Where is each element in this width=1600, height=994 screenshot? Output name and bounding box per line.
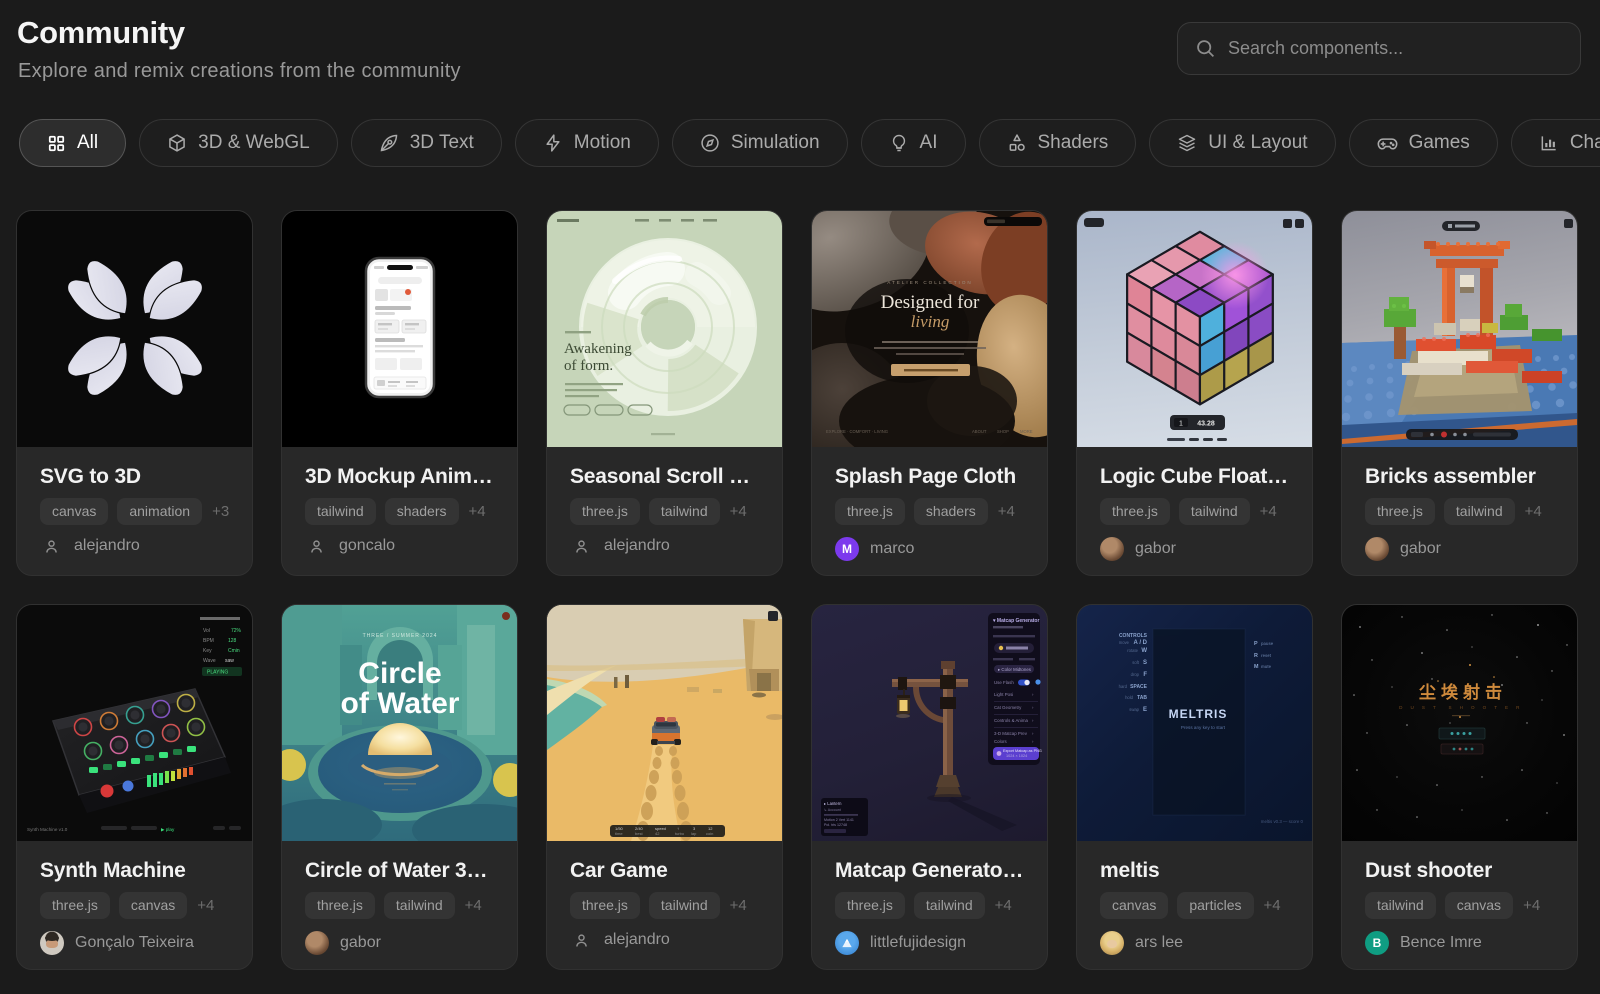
svg-text:3-D Matcap Prev: 3-D Matcap Prev (994, 731, 1028, 736)
svg-text:E: E (1143, 707, 1147, 713)
svg-text:move: move (1119, 640, 1130, 645)
svg-text:尘埃射击: 尘埃射击 (1419, 682, 1507, 702)
svg-text:Awakening: Awakening (564, 341, 632, 357)
svg-text:Controls & Anima: Controls & Anima (994, 718, 1028, 723)
svg-text:SPACE: SPACE (1130, 684, 1148, 690)
svg-text:Colors: Colors (994, 739, 1007, 744)
svg-text:1024 × 1024: 1024 × 1024 (1006, 754, 1027, 758)
svg-text:turbo: turbo (675, 831, 685, 836)
svg-text:S: S (1143, 660, 1147, 666)
svg-text:Vol: Vol (203, 628, 210, 634)
svg-text:THREE / SUMMER 2024: THREE / SUMMER 2024 (363, 633, 438, 639)
svg-text:reset: reset (1261, 653, 1272, 658)
svg-text:lap: lap (691, 831, 697, 836)
svg-text:soft: soft (1132, 660, 1140, 665)
svg-text:of form.: of form. (564, 358, 613, 374)
svg-text:swap: swap (1129, 707, 1139, 712)
svg-text:Light Posi: Light Posi (994, 692, 1013, 697)
svg-text:Pol. tris 12748: Pol. tris 12748 (824, 823, 847, 827)
svg-text:ABOUT: ABOUT (972, 429, 987, 434)
svg-text:coin: coin (706, 831, 713, 836)
svg-text:living: living (911, 312, 950, 331)
svg-text:Wave: Wave (203, 658, 216, 664)
svg-text:of Water: of Water (341, 687, 460, 720)
svg-text:MORE: MORE (1020, 429, 1033, 434)
svg-text:D U S T S H O O T E R: D U S T S H O O T E R (1399, 705, 1523, 710)
svg-text:hold: hold (1125, 695, 1134, 700)
svg-text:Export Matcap as PNG: Export Matcap as PNG (1003, 749, 1042, 753)
svg-text:Key: Key (203, 648, 212, 654)
svg-text:72%: 72% (231, 628, 242, 634)
svg-text:43.28: 43.28 (1197, 421, 1215, 428)
svg-text:128: 128 (228, 638, 237, 644)
svg-text:drop: drop (1131, 672, 1140, 677)
svg-text:TAB: TAB (1137, 695, 1147, 701)
svg-text:W: W (1141, 648, 1147, 654)
svg-text:PLAYING: PLAYING (207, 670, 228, 676)
svg-text:Cmin: Cmin (228, 648, 240, 654)
svg-text:pause: pause (1261, 641, 1274, 646)
svg-text:best: best (635, 831, 643, 836)
svg-text:▸ Color Midtones: ▸ Color Midtones (998, 667, 1032, 672)
svg-text:hard: hard (1119, 684, 1128, 689)
svg-text:Press any key to start: Press any key to start (1181, 725, 1226, 730)
svg-text:EXPLORE · COMFORT · LIVING: EXPLORE · COMFORT · LIVING (826, 429, 888, 434)
svg-text:Cat Geometry: Cat Geometry (994, 705, 1022, 710)
svg-text:↳ Account: ↳ Account (824, 808, 841, 812)
svg-text:saw: saw (225, 658, 234, 664)
svg-text:Circle: Circle (358, 657, 441, 690)
svg-text:CONTROLS: CONTROLS (1119, 633, 1148, 639)
svg-text:BPM: BPM (203, 638, 214, 644)
svg-text:M: M (1254, 664, 1259, 670)
svg-text:MELTRIS: MELTRIS (1169, 707, 1228, 721)
svg-text:P: P (1254, 641, 1258, 647)
svg-text:F: F (1143, 672, 1147, 678)
svg-text:time: time (615, 831, 623, 836)
svg-text:▾ Matcap Generator: ▾ Matcap Generator (992, 618, 1039, 624)
svg-text:Motion 2 Vert 1141: Motion 2 Vert 1141 (824, 818, 854, 822)
svg-text:ATELIER COLLECTION: ATELIER COLLECTION (887, 280, 972, 285)
svg-text:Use Flash: Use Flash (994, 680, 1014, 685)
svg-text:R: R (1254, 653, 1258, 659)
svg-text:▶ play: ▶ play (161, 827, 175, 832)
svg-text:▸ Lantern: ▸ Lantern (824, 801, 842, 806)
svg-text:1: 1 (1179, 421, 1183, 428)
svg-text:SHOP: SHOP (997, 429, 1009, 434)
svg-text:rotate: rotate (1127, 648, 1138, 653)
svg-text:meltis v0.3 — score 0: meltis v0.3 — score 0 (1261, 819, 1304, 824)
svg-text:A / D: A / D (1134, 640, 1148, 646)
svg-text:Synth Machine v1.0: Synth Machine v1.0 (27, 827, 68, 832)
svg-text:42: 42 (655, 831, 660, 836)
svg-text:Designed for: Designed for (881, 292, 980, 313)
svg-text:mute: mute (1261, 664, 1272, 669)
